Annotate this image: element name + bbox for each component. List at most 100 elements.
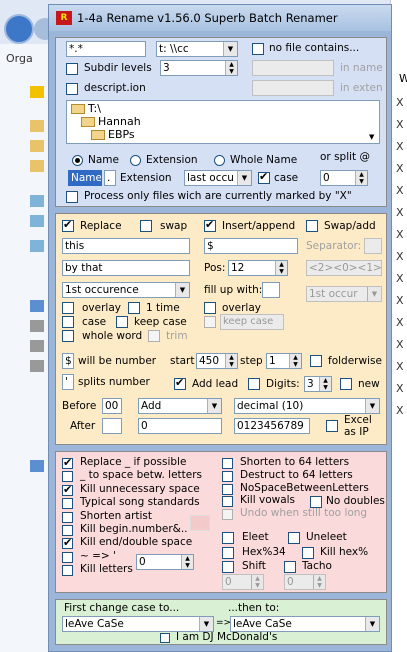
kill-hex-checkbox[interactable] [302, 547, 314, 559]
overlay-label: overlay [82, 302, 121, 314]
as-ip-label: as IP [344, 426, 369, 438]
cleanup-option-checkbox[interactable] [62, 565, 73, 577]
one-time-checkbox[interactable] [128, 302, 140, 314]
after-input[interactable] [102, 418, 122, 434]
extension-radio[interactable] [130, 155, 141, 166]
before-label: Before [62, 400, 97, 412]
drive-icon [30, 340, 44, 352]
fill-input[interactable] [262, 282, 280, 298]
digits-input[interactable]: 3 ▲ ▼ [304, 376, 332, 392]
tree-item[interactable]: EBPs [108, 128, 135, 141]
back-button[interactable] [4, 14, 34, 44]
format-select[interactable]: decimal (10) ▼ [234, 398, 380, 414]
folder-tree[interactable]: T:\ Hannah EBPs ▼ [66, 100, 380, 144]
step-input[interactable]: 1 ▲ ▼ [266, 353, 302, 369]
folder-icon [30, 120, 44, 132]
add-select[interactable]: Add ▼ [138, 398, 222, 414]
cleanup-option-checkbox[interactable] [62, 536, 73, 550]
name-scope-button[interactable]: Name [68, 170, 102, 186]
in-exten-input [252, 80, 334, 96]
eleet-checkbox[interactable] [222, 532, 234, 544]
hex34-checkbox[interactable] [222, 547, 234, 559]
extension-radio-label: Extension [146, 154, 198, 166]
start-label: start [170, 355, 195, 367]
digits-checkbox[interactable] [248, 378, 260, 390]
occurence-select[interactable]: 1st occurence ▼ [62, 282, 190, 298]
tree-item[interactable]: T:\ [88, 102, 101, 115]
name-radio[interactable] [72, 155, 83, 166]
split-symbol-input[interactable]: ' [62, 374, 74, 390]
in-name-label: in name [340, 62, 383, 74]
replace-case-checkbox[interactable] [62, 316, 74, 328]
organize-menu[interactable]: Orga [6, 52, 33, 65]
whole-word-checkbox[interactable] [62, 330, 74, 342]
cleanup-right-checkbox[interactable] [222, 458, 233, 469]
insert-overlay-checkbox[interactable] [204, 302, 216, 314]
cleanup-right-checkbox[interactable] [222, 470, 233, 482]
swap-add-checkbox[interactable] [306, 220, 318, 232]
drive-select[interactable]: t: \\cc ▼ [156, 41, 238, 57]
file-mark: X [396, 228, 404, 241]
folder-icon [30, 140, 44, 152]
first-case-select[interactable]: leAve CaSe ▼ [62, 616, 214, 632]
replace-checkbox[interactable] [62, 218, 74, 232]
replace-this-input[interactable]: this [62, 238, 190, 254]
process-marked-checkbox[interactable] [66, 191, 78, 203]
folderwise-checkbox[interactable] [310, 355, 322, 367]
splits-number-label: splits number [78, 376, 150, 388]
split-input[interactable]: 0 ▲ ▼ [320, 170, 368, 186]
no-file-label: no file contains... [269, 42, 360, 54]
cleanup-right-checkbox[interactable] [222, 496, 233, 508]
swap-checkbox[interactable] [140, 220, 152, 232]
case-checkbox[interactable] [258, 170, 270, 184]
subdir-checkbox[interactable] [66, 63, 78, 75]
no-file-checkbox[interactable] [252, 43, 264, 55]
cleanup-right-label: Shorten to 64 letters [240, 456, 350, 468]
drive-icon [30, 320, 44, 332]
dj-checkbox[interactable] [160, 633, 170, 643]
file-mark: X [396, 184, 404, 197]
descript-checkbox[interactable] [66, 83, 78, 95]
tree-item[interactable]: Hannah [98, 115, 141, 128]
mask-input[interactable]: *.* [66, 41, 146, 57]
cleanup-option-checkbox[interactable] [62, 456, 73, 469]
cleanup-right-checkbox [222, 509, 233, 521]
after-number-input[interactable]: 0 [138, 418, 222, 434]
shift-checkbox[interactable] [222, 561, 234, 573]
before-input[interactable]: 00 [102, 398, 122, 414]
whole-name-radio[interactable] [214, 155, 225, 166]
then-case-select[interactable]: leAve CaSe ▼ [230, 616, 380, 632]
swap-add-label: Swap/add [324, 220, 376, 232]
overlay-checkbox[interactable] [62, 302, 74, 314]
cleanup-option-checkbox[interactable] [62, 483, 73, 496]
tree-scroll-down-icon[interactable]: ▼ [369, 133, 374, 141]
occurrence-select[interactable]: last occu ▼ [184, 170, 252, 186]
cleanup-option-checkbox[interactable] [62, 471, 73, 483]
insert-checkbox[interactable] [204, 218, 216, 232]
folder-icon [71, 104, 85, 114]
will-be-number-label: will be number [78, 355, 157, 367]
ext-scope-button[interactable]: . [104, 170, 116, 186]
tacho-checkbox[interactable] [284, 561, 296, 573]
keep-case-checkbox[interactable] [116, 316, 128, 328]
uneleet-checkbox[interactable] [288, 532, 300, 544]
cleanup-option-checkbox[interactable] [62, 551, 73, 563]
start-input[interactable]: 450 ▲ ▼ [196, 353, 238, 369]
kill-begin-input[interactable] [190, 515, 210, 531]
kill-letters-input[interactable]: 0 ▲ ▼ [136, 554, 194, 570]
number-symbol-input[interactable]: $ [62, 353, 74, 369]
drive-icon [30, 360, 44, 372]
cleanup-option-checkbox[interactable] [62, 511, 73, 523]
cleanup-option-checkbox[interactable] [62, 498, 73, 510]
digit-chars-input[interactable]: 0123456789 [234, 418, 310, 434]
cleanup-option-checkbox[interactable] [62, 525, 73, 536]
add-lead-checkbox[interactable] [174, 376, 186, 390]
excel-ip-checkbox[interactable] [326, 420, 338, 432]
no-doubles-checkbox[interactable] [310, 496, 322, 508]
cleanup-right-checkbox[interactable] [222, 483, 233, 495]
new-checkbox[interactable] [340, 378, 352, 390]
subdir-levels-input[interactable]: 3 ▲ ▼ [160, 60, 238, 76]
pos-input[interactable]: 12 ▲ ▼ [228, 260, 288, 276]
insert-input[interactable]: $ [204, 238, 298, 254]
replace-by-input[interactable]: by that [62, 260, 190, 276]
